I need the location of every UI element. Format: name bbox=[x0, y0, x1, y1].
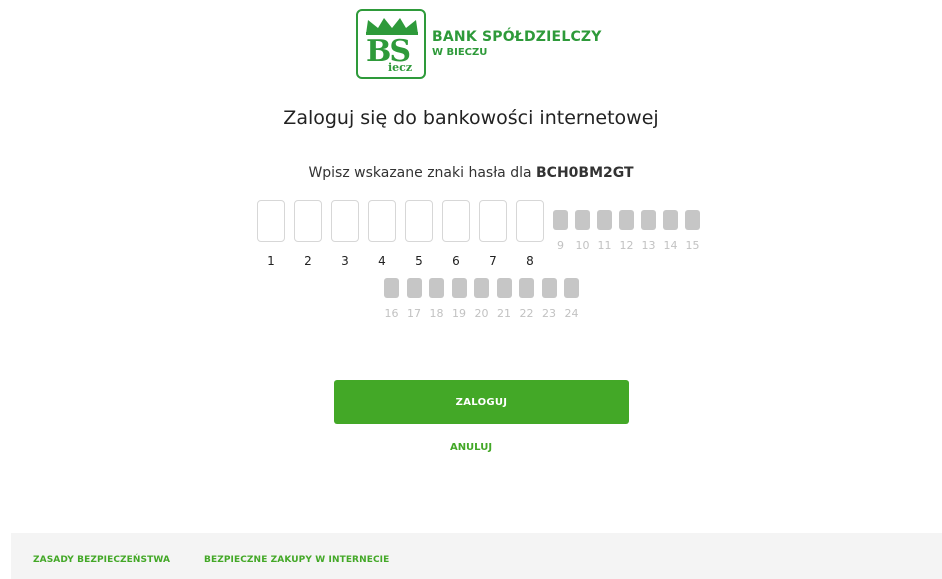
logo-emblem: BS iecz bbox=[356, 9, 426, 79]
password-cell-13: 13 bbox=[641, 210, 656, 252]
password-char-disabled bbox=[564, 278, 579, 298]
password-char-input[interactable] bbox=[516, 200, 544, 242]
password-char-disabled bbox=[553, 210, 568, 230]
password-char-input[interactable] bbox=[331, 200, 359, 242]
password-position-number: 8 bbox=[526, 254, 534, 268]
logo-subtext: iecz bbox=[388, 61, 413, 74]
password-position-number: 3 bbox=[341, 254, 349, 268]
password-char-disabled bbox=[685, 210, 700, 230]
password-position-number: 23 bbox=[542, 307, 556, 320]
password-cell-22: 22 bbox=[519, 278, 534, 320]
login-button[interactable]: ZALOGUJ bbox=[334, 380, 629, 424]
password-position-number: 18 bbox=[429, 307, 444, 320]
password-char-disabled bbox=[575, 210, 590, 230]
password-cell-4[interactable]: 4 bbox=[368, 200, 396, 268]
password-position-number: 9 bbox=[557, 239, 564, 252]
password-instruction: Wpisz wskazane znaki hasła dla BCH0BM2GT bbox=[0, 165, 942, 181]
password-cell-10: 10 bbox=[575, 210, 590, 252]
password-char-disabled bbox=[406, 278, 422, 298]
password-position-number: 11 bbox=[597, 239, 612, 252]
password-char-disabled bbox=[597, 210, 612, 230]
password-position-number: 13 bbox=[641, 239, 656, 252]
bank-name: BANK SPÓŁDZIELCZY W BIECZU bbox=[432, 29, 602, 60]
password-position-number: 6 bbox=[452, 254, 460, 268]
password-cell-12: 12 bbox=[619, 210, 634, 252]
password-char-input[interactable] bbox=[257, 200, 285, 242]
password-cell-11: 11 bbox=[597, 210, 612, 252]
footer: ZASADY BEZPIECZEŃSTWA BEZPIECZNE ZAKUPY … bbox=[11, 533, 942, 579]
password-char-input[interactable] bbox=[405, 200, 433, 242]
password-cell-2[interactable]: 2 bbox=[294, 200, 322, 268]
password-char-disabled bbox=[474, 278, 489, 298]
footer-link-safe-shopping[interactable]: BEZPIECZNE ZAKUPY W INTERNECIE bbox=[204, 555, 389, 565]
password-char-disabled bbox=[451, 278, 467, 298]
password-char-input[interactable] bbox=[294, 200, 322, 242]
page-title: Zaloguj się do bankowości internetowej bbox=[283, 107, 659, 129]
password-cell-19: 19 bbox=[451, 278, 467, 320]
password-cell-18: 18 bbox=[429, 278, 444, 320]
password-char-disabled bbox=[541, 278, 557, 298]
password-cell-17: 17 bbox=[406, 278, 422, 320]
password-cell-5[interactable]: 5 bbox=[405, 200, 433, 268]
bank-name-line2: W BIECZU bbox=[432, 46, 488, 58]
password-position-number: 24 bbox=[564, 307, 579, 320]
password-char-disabled bbox=[619, 210, 634, 230]
password-position-number: 22 bbox=[519, 307, 534, 320]
password-char-disabled bbox=[384, 278, 399, 298]
password-cell-15: 15 bbox=[685, 210, 700, 252]
password-char-disabled bbox=[663, 210, 678, 230]
password-position-number: 4 bbox=[378, 254, 386, 268]
password-char-disabled bbox=[519, 278, 534, 298]
password-cell-3[interactable]: 3 bbox=[331, 200, 359, 268]
password-char-input[interactable] bbox=[442, 200, 470, 242]
password-char-input[interactable] bbox=[368, 200, 396, 242]
password-position-number: 5 bbox=[415, 254, 423, 268]
password-cell-24: 24 bbox=[564, 278, 579, 320]
password-position-number: 1 bbox=[267, 254, 275, 268]
password-cell-6[interactable]: 6 bbox=[442, 200, 470, 268]
password-char-disabled bbox=[429, 278, 444, 298]
password-position-number: 17 bbox=[407, 307, 421, 320]
password-position-number: 19 bbox=[452, 307, 466, 320]
instruction-text: Wpisz wskazane znaki hasła dla bbox=[308, 165, 532, 181]
password-position-number: 15 bbox=[685, 239, 700, 252]
password-cell-7[interactable]: 7 bbox=[479, 200, 507, 268]
password-position-number: 10 bbox=[575, 239, 590, 252]
crown-icon bbox=[366, 18, 418, 35]
footer-link-security-rules[interactable]: ZASADY BEZPIECZEŃSTWA bbox=[33, 555, 170, 565]
password-cell-23: 23 bbox=[541, 278, 557, 320]
password-position-number: 20 bbox=[474, 307, 489, 320]
password-char-disabled bbox=[641, 210, 656, 230]
bank-name-line1: BANK SPÓŁDZIELCZY bbox=[432, 28, 602, 45]
password-char-disabled bbox=[496, 278, 512, 298]
password-cell-16: 16 bbox=[384, 278, 399, 320]
cancel-link[interactable]: ANULUJ bbox=[0, 442, 942, 453]
password-cell-21: 21 bbox=[496, 278, 512, 320]
password-char-input[interactable] bbox=[479, 200, 507, 242]
password-cell-8[interactable]: 8 bbox=[516, 200, 544, 268]
bank-logo: BS iecz BANK SPÓŁDZIELCZY W BIECZU bbox=[356, 9, 602, 79]
password-position-number: 14 bbox=[663, 239, 678, 252]
password-position-number: 7 bbox=[489, 254, 497, 268]
password-position-number: 12 bbox=[619, 239, 634, 252]
user-id: BCH0BM2GT bbox=[536, 165, 634, 181]
password-position-number: 16 bbox=[384, 307, 399, 320]
password-cell-9: 9 bbox=[553, 210, 568, 252]
password-cell-1[interactable]: 1 bbox=[257, 200, 285, 268]
password-cell-20: 20 bbox=[474, 278, 489, 320]
password-cell-14: 14 bbox=[663, 210, 678, 252]
password-position-number: 2 bbox=[304, 254, 312, 268]
password-position-number: 21 bbox=[497, 307, 511, 320]
